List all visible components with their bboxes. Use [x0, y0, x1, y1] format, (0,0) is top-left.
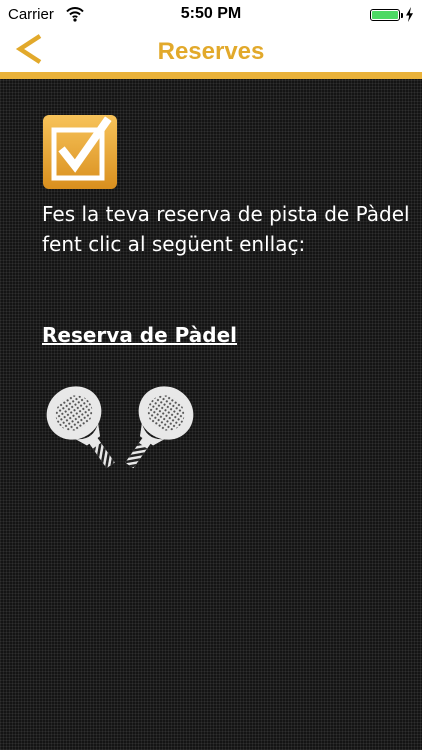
intro-text: Fes la teva reserva de pista de Pàdel fe…	[42, 202, 410, 256]
nav-accent-bar	[0, 72, 422, 79]
charging-bolt-icon	[406, 7, 413, 22]
content-area: Fes la teva reserva de pista de Pàdel fe…	[0, 79, 422, 750]
navigation-bar: Reserves	[0, 30, 422, 72]
page-title: Reserves	[157, 38, 265, 65]
status-time: 5:50 PM	[180, 5, 242, 22]
checkbox-checked-icon	[43, 115, 117, 189]
padel-rackets-icon	[46, 386, 194, 469]
status-bar: Carrier 5:50 PM	[0, 0, 422, 30]
padel-reservation-link[interactable]: Reserva de Pàdel	[42, 323, 237, 347]
battery-icon	[370, 9, 403, 21]
